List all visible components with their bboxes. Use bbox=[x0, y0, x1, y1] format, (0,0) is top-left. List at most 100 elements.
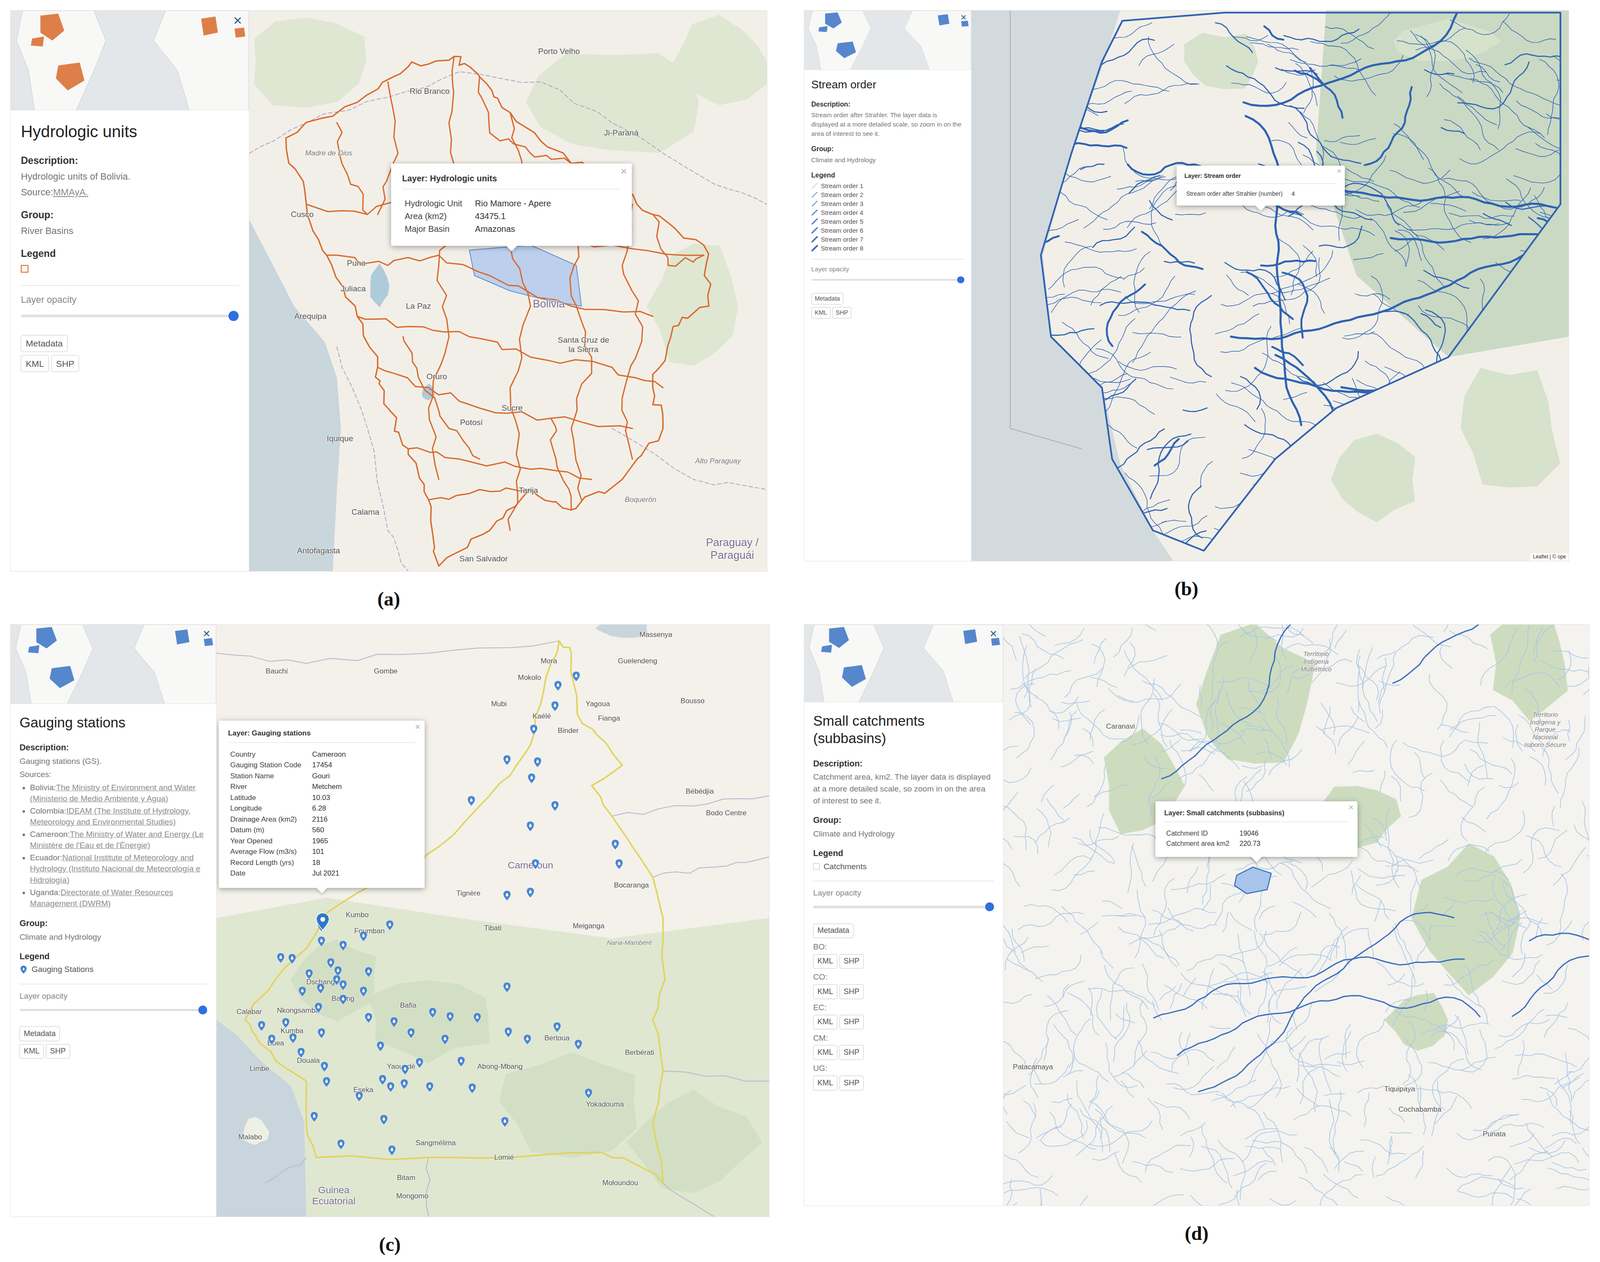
metadata-button[interactable]: Metadata bbox=[19, 1026, 60, 1041]
station-marker[interactable] bbox=[257, 1020, 266, 1031]
map-canvas[interactable] bbox=[1003, 624, 1589, 1206]
station-marker[interactable] bbox=[385, 920, 394, 931]
station-marker[interactable] bbox=[376, 1041, 385, 1052]
popup-close-button[interactable]: × bbox=[1348, 802, 1354, 812]
station-marker[interactable] bbox=[288, 953, 296, 964]
station-marker[interactable] bbox=[615, 859, 623, 870]
station-marker[interactable] bbox=[364, 1012, 373, 1023]
station-marker[interactable] bbox=[531, 859, 540, 870]
source-link[interactable]: MMAyA. bbox=[53, 186, 89, 198]
station-marker[interactable] bbox=[503, 982, 511, 993]
minimap[interactable]: × bbox=[10, 624, 217, 705]
station-marker[interactable] bbox=[378, 1074, 387, 1085]
slider-thumb[interactable] bbox=[985, 902, 995, 912]
close-button[interactable]: × bbox=[202, 626, 211, 640]
map-canvas[interactable] bbox=[971, 10, 1569, 561]
download-button[interactable]: KML bbox=[813, 1045, 838, 1060]
station-marker[interactable] bbox=[526, 821, 535, 832]
metadata-button[interactable]: Metadata bbox=[20, 335, 68, 353]
station-marker[interactable] bbox=[388, 1145, 396, 1156]
opacity-slider[interactable] bbox=[19, 1005, 208, 1015]
station-marker[interactable] bbox=[503, 754, 511, 766]
station-marker[interactable] bbox=[314, 1002, 323, 1013]
station-marker[interactable] bbox=[504, 1027, 513, 1038]
slider-thumb[interactable] bbox=[198, 1005, 208, 1015]
station-marker[interactable] bbox=[339, 980, 347, 991]
map-canvas[interactable] bbox=[249, 10, 767, 572]
station-marker[interactable] bbox=[322, 1076, 331, 1088]
station-marker[interactable] bbox=[316, 912, 330, 931]
station-marker[interactable] bbox=[339, 940, 347, 951]
station-marker[interactable] bbox=[554, 680, 562, 691]
download-button[interactable]: KML bbox=[813, 954, 838, 969]
station-marker[interactable] bbox=[441, 1034, 449, 1045]
minimap[interactable]: × bbox=[804, 10, 972, 71]
download-button[interactable]: KML bbox=[813, 1075, 838, 1091]
station-marker[interactable] bbox=[501, 1116, 509, 1127]
station-marker[interactable] bbox=[428, 1007, 437, 1018]
station-marker[interactable] bbox=[298, 986, 307, 997]
station-marker[interactable] bbox=[310, 1111, 319, 1122]
station-marker[interactable] bbox=[526, 887, 535, 898]
station-marker[interactable] bbox=[289, 1033, 297, 1044]
station-marker[interactable] bbox=[267, 1034, 276, 1045]
download-button[interactable]: KML bbox=[811, 307, 831, 319]
station-marker[interactable] bbox=[468, 1083, 477, 1094]
minimap[interactable]: × bbox=[10, 10, 249, 111]
station-marker[interactable] bbox=[281, 1017, 290, 1029]
download-button[interactable]: SHP bbox=[51, 354, 80, 372]
station-marker[interactable] bbox=[425, 1081, 434, 1093]
map-view[interactable]: BauchiGombeMoraMokoloMubiKaéléYagouaBind… bbox=[216, 624, 770, 1217]
download-button[interactable]: SHP bbox=[832, 307, 852, 319]
station-marker[interactable] bbox=[326, 957, 335, 969]
popup-close-button[interactable]: × bbox=[414, 722, 421, 732]
station-marker[interactable] bbox=[473, 1012, 482, 1023]
station-marker[interactable] bbox=[527, 773, 536, 784]
station-marker[interactable] bbox=[317, 936, 326, 947]
station-marker[interactable] bbox=[529, 724, 538, 735]
station-marker[interactable] bbox=[380, 1114, 388, 1125]
download-button[interactable]: SHP bbox=[839, 954, 864, 969]
map-canvas[interactable] bbox=[216, 624, 770, 1217]
download-button[interactable]: KML bbox=[813, 1014, 838, 1030]
station-marker[interactable] bbox=[553, 1022, 561, 1033]
download-button[interactable]: SHP bbox=[839, 1075, 864, 1091]
station-marker[interactable] bbox=[551, 800, 559, 812]
metadata-button[interactable]: Metadata bbox=[811, 292, 844, 305]
station-marker[interactable] bbox=[337, 1139, 345, 1150]
slider-thumb[interactable] bbox=[228, 310, 239, 322]
station-marker[interactable] bbox=[316, 983, 325, 994]
station-marker[interactable] bbox=[400, 1078, 409, 1090]
station-marker[interactable] bbox=[551, 701, 559, 712]
station-marker[interactable] bbox=[297, 1047, 305, 1058]
station-marker[interactable] bbox=[572, 671, 581, 682]
download-button[interactable]: SHP bbox=[45, 1044, 71, 1059]
station-marker[interactable] bbox=[359, 931, 368, 942]
station-marker[interactable] bbox=[364, 966, 373, 978]
opacity-slider[interactable] bbox=[811, 276, 965, 284]
station-marker[interactable] bbox=[611, 839, 620, 850]
station-marker[interactable] bbox=[523, 1034, 532, 1045]
download-button[interactable]: KML bbox=[19, 1044, 44, 1059]
station-marker[interactable] bbox=[305, 969, 313, 980]
station-marker[interactable] bbox=[533, 757, 542, 768]
download-button[interactable]: KML bbox=[813, 984, 838, 999]
popup-close-button[interactable]: × bbox=[1336, 167, 1342, 175]
station-marker[interactable] bbox=[401, 1064, 409, 1075]
station-marker[interactable] bbox=[457, 1056, 465, 1067]
opacity-slider[interactable] bbox=[20, 310, 239, 322]
download-button[interactable]: SHP bbox=[839, 1045, 864, 1060]
map-attribution[interactable]: Leaflet | © ope bbox=[1530, 553, 1569, 561]
station-marker[interactable] bbox=[467, 795, 476, 806]
station-marker[interactable] bbox=[320, 1061, 329, 1072]
opacity-slider[interactable] bbox=[813, 902, 995, 912]
station-marker[interactable] bbox=[574, 1039, 583, 1050]
close-button[interactable]: × bbox=[233, 12, 243, 28]
checkbox-icon[interactable] bbox=[813, 863, 820, 870]
download-button[interactable]: KML bbox=[20, 354, 49, 372]
map-view[interactable]: Territorio Indígena MultiétnicoCaranaviT… bbox=[1003, 624, 1589, 1206]
station-marker[interactable] bbox=[390, 1016, 398, 1028]
map-view[interactable]: ×Layer: Stream orderStream order after S… bbox=[971, 10, 1569, 561]
station-marker[interactable] bbox=[407, 1028, 415, 1039]
station-marker[interactable] bbox=[355, 1091, 364, 1102]
